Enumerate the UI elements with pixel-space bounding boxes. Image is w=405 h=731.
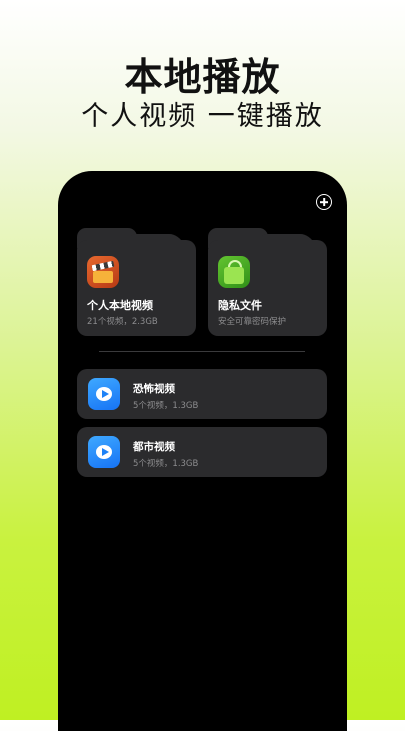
folder-personal-videos[interactable]: 个人本地视频 21个视频，2.3GB xyxy=(77,228,196,336)
divider xyxy=(99,351,305,352)
page-subtitle: 个人视频 一键播放 xyxy=(81,101,324,132)
folder-body: 隐私文件 安全可靠密码保护 xyxy=(208,240,327,336)
folder-subtitle: 安全可靠密码保护 xyxy=(218,317,287,327)
play-video-icon xyxy=(88,378,120,410)
folder-title: 个人本地视频 xyxy=(87,299,153,312)
list-item-horror-videos[interactable]: 恐怖视频 5个视频，1.3GB xyxy=(77,369,327,419)
list-item-subtitle: 5个视频，1.3GB xyxy=(133,459,199,469)
phone-screen: 个人本地视频 21个视频，2.3GB 隐私文件 安全可靠密码保护 恐怖视频 5个… xyxy=(58,171,347,731)
folder-title: 隐私文件 xyxy=(218,299,262,312)
folder-body: 个人本地视频 21个视频，2.3GB xyxy=(77,240,196,336)
folder-subtitle: 21个视频，2.3GB xyxy=(87,317,158,327)
page-title: 本地播放 xyxy=(124,55,281,99)
shopping-bag-icon xyxy=(218,256,250,288)
list-item-subtitle: 5个视频，1.3GB xyxy=(133,401,199,411)
list-item-title: 都市视频 xyxy=(133,441,175,453)
folder-private-files[interactable]: 隐私文件 安全可靠密码保护 xyxy=(208,228,327,336)
list-item-title: 恐怖视频 xyxy=(133,383,175,395)
list-item-urban-videos[interactable]: 都市视频 5个视频，1.3GB xyxy=(77,427,327,477)
play-video-icon xyxy=(88,436,120,468)
film-clapper-icon xyxy=(87,256,119,288)
plus-circle-icon[interactable] xyxy=(316,194,332,210)
